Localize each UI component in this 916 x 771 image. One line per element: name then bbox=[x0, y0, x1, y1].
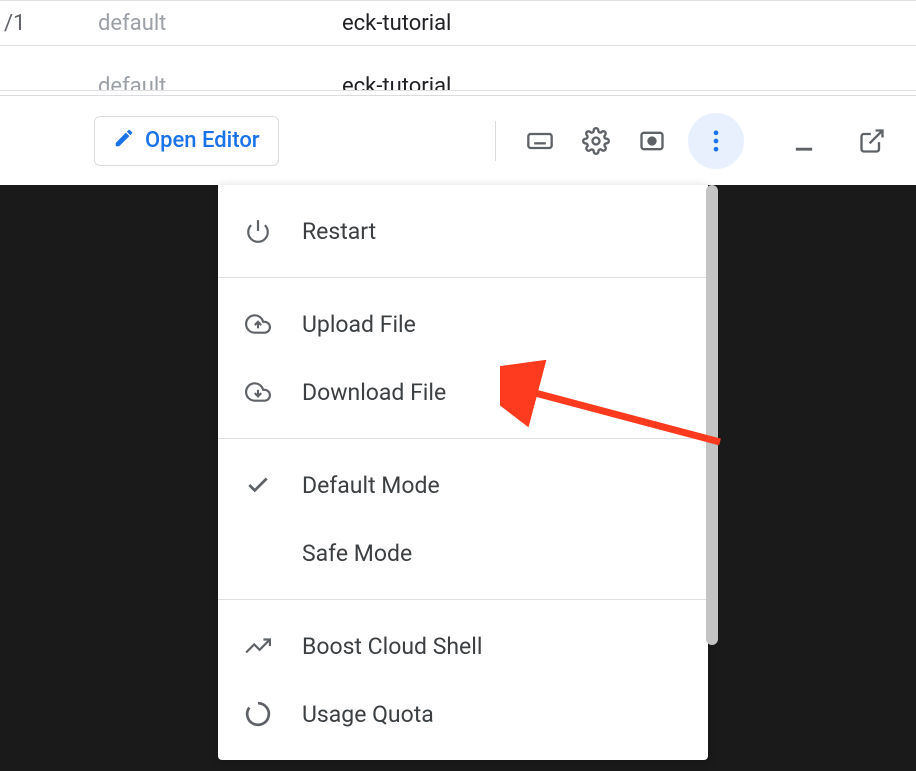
gear-icon[interactable] bbox=[568, 113, 624, 169]
table-row[interactable]: /1 default eck-tutorial bbox=[0, 0, 916, 46]
menu-item-label: Safe Mode bbox=[302, 540, 412, 567]
toolbar-left: Open Editor bbox=[0, 116, 479, 166]
menu-item-safe-mode[interactable]: Safe Mode bbox=[218, 519, 708, 587]
more-options-menu: Restart Upload File Download File Defaul… bbox=[218, 185, 708, 760]
menu-item-usage-quota[interactable]: Usage Quota bbox=[218, 680, 708, 748]
keyboard-icon[interactable] bbox=[512, 113, 568, 169]
cell-namespace: default bbox=[98, 46, 342, 91]
menu-item-label: Boost Cloud Shell bbox=[302, 633, 482, 660]
menu-item-boost[interactable]: Boost Cloud Shell bbox=[218, 612, 708, 680]
toolbar-right bbox=[479, 113, 916, 169]
open-editor-button[interactable]: Open Editor bbox=[94, 116, 279, 166]
cell-name: eck-tutorial bbox=[342, 46, 451, 91]
menu-item-label: Download File bbox=[302, 379, 446, 406]
cell-name: eck-tutorial bbox=[342, 11, 451, 36]
menu-item-label: Restart bbox=[302, 218, 376, 245]
menu-item-download[interactable]: Download File bbox=[218, 358, 708, 426]
check-icon bbox=[242, 469, 274, 501]
cloud-upload-icon bbox=[242, 308, 274, 340]
menu-item-label: Upload File bbox=[302, 311, 416, 338]
quota-icon bbox=[242, 698, 274, 730]
table-area: /1 default eck-tutorial default eck-tuto… bbox=[0, 0, 916, 91]
menu-scrollbar[interactable] bbox=[706, 185, 718, 645]
blank-icon bbox=[242, 537, 274, 569]
toolbar-divider bbox=[495, 121, 496, 161]
cloud-shell-toolbar: Open Editor bbox=[0, 95, 916, 185]
open-new-window-icon[interactable] bbox=[844, 113, 900, 169]
table-row[interactable]: default eck-tutorial bbox=[0, 46, 916, 91]
power-icon bbox=[242, 215, 274, 247]
menu-item-restart[interactable]: Restart bbox=[218, 197, 708, 265]
pencil-icon bbox=[113, 127, 135, 155]
cell-namespace: default bbox=[98, 11, 342, 36]
more-options-icon[interactable] bbox=[688, 113, 744, 169]
web-preview-icon[interactable] bbox=[624, 113, 680, 169]
menu-item-label: Usage Quota bbox=[302, 701, 434, 728]
menu-item-upload[interactable]: Upload File bbox=[218, 290, 708, 358]
menu-item-label: Default Mode bbox=[302, 472, 440, 499]
cell-path: /1 bbox=[4, 11, 98, 36]
menu-item-default-mode[interactable]: Default Mode bbox=[218, 451, 708, 519]
minimize-icon[interactable] bbox=[776, 113, 832, 169]
open-editor-label: Open Editor bbox=[145, 128, 260, 153]
trending-up-icon bbox=[242, 630, 274, 662]
cloud-download-icon bbox=[242, 376, 274, 408]
